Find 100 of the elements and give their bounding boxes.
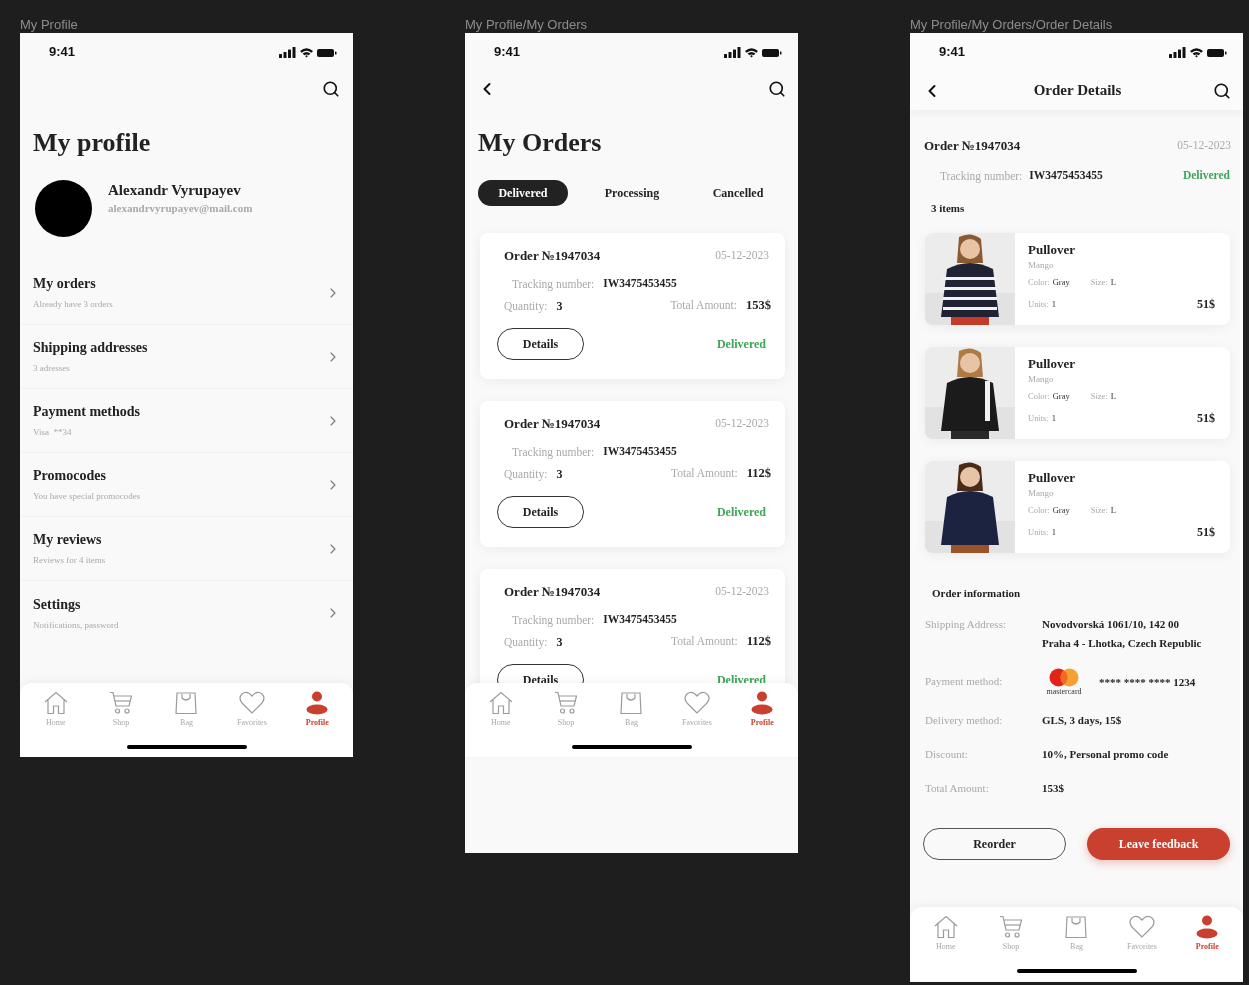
info-value: 153$ (1042, 781, 1064, 797)
size-value: L (1110, 276, 1116, 289)
filter-tab[interactable]: Cancelled (696, 180, 780, 206)
menu-subtitle: 3 adresses (33, 362, 71, 375)
tracking-label: Tracking number: (940, 168, 1023, 184)
total-value: 112$ (746, 633, 771, 651)
info-value: Novodvorská 1061/10, 142 00 (1042, 617, 1180, 633)
quantity-label: Quantity: (504, 466, 548, 483)
color-label: Color: (1028, 504, 1050, 517)
search-icon[interactable] (1213, 81, 1231, 100)
home-icon (42, 691, 69, 715)
total-value: 153$ (746, 297, 771, 315)
order-status: Delivered (1182, 168, 1230, 183)
units-value: 1 (1051, 525, 1057, 539)
menu-title: Settings (33, 595, 82, 614)
menu-subtitle: Visa **34 (33, 426, 73, 439)
search-icon[interactable] (768, 80, 786, 98)
filter-tab[interactable]: Processing (568, 180, 696, 206)
info-label: Discount: (925, 747, 969, 763)
units-label: Units: (1028, 411, 1049, 425)
menu-item[interactable]: Settings Notifications, password (20, 581, 353, 645)
item-brand: Mango (1028, 487, 1055, 500)
color-value: Gray (1052, 504, 1070, 517)
frame-label: My Profile/My Orders/Order Details (910, 16, 1114, 33)
user-name: Alexandr Vyrupayev (108, 181, 242, 199)
tab-item[interactable]: Profile (729, 691, 795, 729)
menu-item[interactable]: My reviews Reviews for 4 items (20, 517, 353, 581)
status-icons (1169, 46, 1227, 58)
menu-item[interactable]: Shipping addresses 3 adresses (20, 325, 353, 389)
order-date: 05-12-2023 (715, 584, 769, 600)
avatar (35, 180, 92, 237)
bag-icon (175, 691, 198, 715)
total-label: Total Amount: (671, 634, 738, 649)
menu-subtitle: You have special promocodes (33, 490, 141, 503)
order-date: 05-12-2023 (1177, 138, 1231, 154)
status-time: 9:41 (494, 43, 521, 62)
cart-icon (109, 691, 134, 715)
menu-title: Payment methods (33, 403, 140, 421)
quantity-label: Quantity: (504, 634, 548, 651)
menu-title: My reviews (33, 531, 103, 549)
menu-item[interactable]: Promocodes You have special promocodes (20, 453, 353, 517)
info-value: **** **** **** 1234 (1099, 675, 1196, 691)
screen-title: Order Details (1033, 81, 1122, 101)
tab-item[interactable]: Profile (1174, 915, 1240, 953)
color-label: Color: (1028, 276, 1050, 289)
order-number: Order №1947034 (504, 247, 601, 265)
total-value: 112$ (746, 465, 771, 483)
filter-tab[interactable]: Delivered (478, 180, 568, 206)
status-time: 9:41 (939, 43, 966, 62)
tracking-number: IW3475453455 (603, 612, 677, 627)
size-label: Size: (1090, 504, 1108, 517)
menu-title: My orders (33, 275, 97, 293)
user-email: alexandrvyrupayev@mail.com (108, 201, 253, 216)
tab-item[interactable]: Profile (284, 691, 350, 729)
tracking-number: IW3475453455 (1029, 168, 1103, 183)
size-value: L (1110, 390, 1116, 403)
info-value: Praha 4 - Lhotka, Czech Republic (1042, 636, 1202, 652)
menu-item[interactable]: Payment methods Visa **34 (20, 389, 353, 453)
order-status: Delivered (716, 504, 766, 521)
bag-icon (620, 691, 643, 715)
quantity-value: 3 (556, 465, 563, 483)
order-date: 05-12-2023 (715, 248, 769, 264)
item-price: 51$ (1197, 410, 1215, 428)
heart-icon (238, 691, 265, 715)
color-value: Gray (1052, 276, 1070, 289)
info-label: Total Amount: (925, 781, 990, 797)
bag-icon (1065, 915, 1088, 939)
status-time: 9:41 (49, 43, 76, 62)
item-name: Pullover (1028, 469, 1076, 488)
size-label: Size: (1090, 276, 1108, 289)
info-value: 10%, Personal promo code (1042, 747, 1169, 763)
frame-label: My Profile/My Orders (465, 16, 589, 33)
section-title: Order information (931, 586, 1022, 602)
tracking-label: Tracking number: (512, 612, 595, 628)
quantity-label: Quantity: (504, 298, 548, 315)
feedback-button[interactable]: Leave feedback (1087, 828, 1230, 861)
units-label: Units: (1028, 297, 1049, 311)
search-icon[interactable] (322, 80, 340, 98)
item-count: 3 items (930, 201, 966, 217)
units-value: 1 (1051, 411, 1057, 425)
status-icons (279, 46, 337, 58)
home-icon (932, 915, 959, 939)
item-brand: Mango (1028, 259, 1055, 272)
heart-icon (1128, 915, 1155, 939)
status-icons (724, 46, 782, 58)
item-price: 51$ (1197, 296, 1215, 314)
order-number: Order №1947034 (924, 137, 1021, 155)
tracking-label: Tracking number: (512, 276, 595, 292)
size-label: Size: (1090, 390, 1108, 403)
color-label: Color: (1028, 390, 1050, 403)
order-status: Delivered (716, 336, 766, 353)
person-icon (751, 691, 774, 715)
color-value: Gray (1052, 390, 1070, 403)
units-label: Units: (1028, 525, 1049, 539)
card-circles-icon (1049, 668, 1079, 688)
order-number: Order №1947034 (504, 583, 601, 601)
page-title: My Orders (477, 127, 603, 159)
card-brand: mastercard (1046, 687, 1082, 697)
item-name: Pullover (1028, 355, 1076, 374)
total-label: Total Amount: (670, 298, 737, 313)
